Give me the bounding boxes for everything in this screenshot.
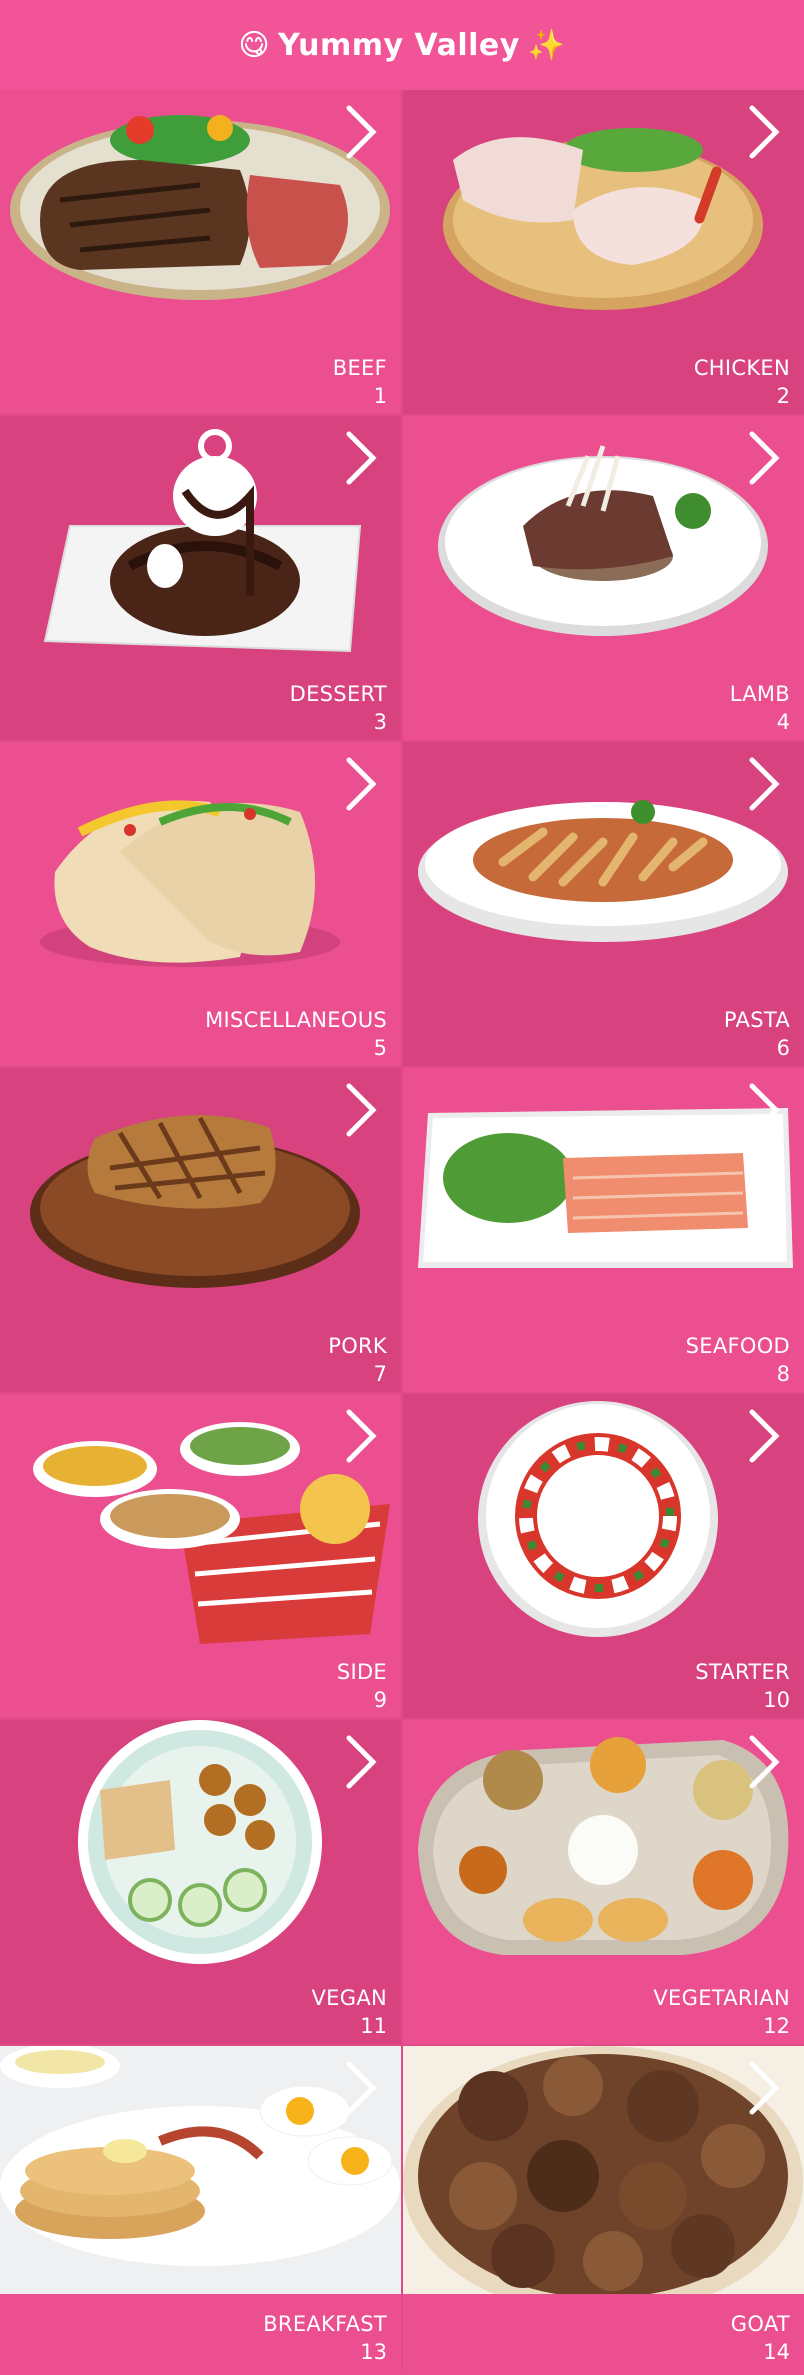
category-number: 12 [763, 2014, 790, 2038]
category-number: 3 [373, 710, 387, 734]
category-tile-starter[interactable]: STARTER 10 [403, 1394, 804, 1718]
goat-photo [403, 2046, 804, 2294]
chevron-right-icon [346, 2061, 377, 2115]
category-tile-vegetarian[interactable]: VEGETARIAN 12 [403, 1720, 804, 2044]
chevron-right-icon [749, 2061, 780, 2115]
category-label: STARTER [695, 1660, 790, 1684]
category-tile-seafood[interactable]: SEAFOOD 8 [403, 1068, 804, 1392]
category-label: PASTA [723, 1008, 790, 1032]
category-number: 8 [776, 1362, 790, 1386]
chevron-right-icon [749, 1409, 780, 1463]
category-label: SEAFOOD [685, 1334, 790, 1358]
chevron-right-icon [749, 105, 780, 159]
category-label: MISCELLANEOUS [205, 1008, 387, 1032]
category-label: BREAKFAST [263, 2312, 387, 2336]
category-tile-lamb[interactable]: LAMB 4 [403, 416, 804, 740]
chevron-right-icon [346, 431, 377, 485]
category-label: VEGETARIAN [653, 1986, 790, 2010]
chevron-right-icon [749, 431, 780, 485]
category-label: SIDE [336, 1660, 387, 1684]
category-tile-chicken[interactable]: CHICKEN 2 [403, 90, 804, 414]
category-tile-pork[interactable]: PORK 7 [0, 1068, 401, 1392]
category-tile-breakfast[interactable]: BREAKFAST 13 [0, 2046, 401, 2370]
app-header: 😋 Yummy Valley ✨ [0, 0, 804, 90]
category-label: CHICKEN [693, 356, 790, 380]
category-tile-goat[interactable]: GOAT 14 [403, 2046, 804, 2370]
category-number: 10 [763, 1688, 790, 1712]
category-tile-side[interactable]: SIDE 9 [0, 1394, 401, 1718]
chevron-right-icon [749, 757, 780, 811]
category-number: 4 [776, 710, 790, 734]
chevron-right-icon [346, 1083, 377, 1137]
category-number: 6 [776, 1036, 790, 1060]
category-label: VEGAN [311, 1986, 387, 2010]
category-tile-dessert[interactable]: DESSERT 3 [0, 416, 401, 740]
category-label: GOAT [730, 2312, 790, 2336]
category-tile-vegan[interactable]: VEGAN 11 [0, 1720, 401, 2044]
chevron-right-icon [346, 1735, 377, 1789]
category-number: 7 [373, 1362, 387, 1386]
category-number: 2 [776, 384, 790, 408]
category-tile-miscellaneous[interactable]: MISCELLANEOUS 5 [0, 742, 401, 1066]
category-label: LAMB [729, 682, 790, 706]
sparkles-icon: ✨ [527, 27, 566, 63]
category-grid: BEEF 1 CHICKEN 2 DESSERT 3 LAMB 4 MISCEL… [0, 90, 804, 2370]
chevron-right-icon [749, 1735, 780, 1789]
category-number: 13 [360, 2340, 387, 2364]
category-label: PORK [328, 1334, 387, 1358]
chevron-right-icon [346, 1409, 377, 1463]
smiling-face-icon: 😋 [238, 27, 271, 63]
category-tile-pasta[interactable]: PASTA 6 [403, 742, 804, 1066]
category-label: DESSERT [289, 682, 387, 706]
category-number: 14 [763, 2340, 790, 2364]
category-tile-beef[interactable]: BEEF 1 [0, 90, 401, 414]
breakfast-photo [0, 2046, 401, 2294]
chevron-right-icon [346, 105, 377, 159]
chevron-right-icon [749, 1083, 780, 1137]
app-title: Yummy Valley [278, 27, 520, 63]
category-number: 9 [373, 1688, 387, 1712]
category-number: 1 [373, 384, 387, 408]
category-label: BEEF [332, 356, 387, 380]
chevron-right-icon [346, 757, 377, 811]
category-number: 11 [360, 2014, 387, 2038]
category-number: 5 [373, 1036, 387, 1060]
